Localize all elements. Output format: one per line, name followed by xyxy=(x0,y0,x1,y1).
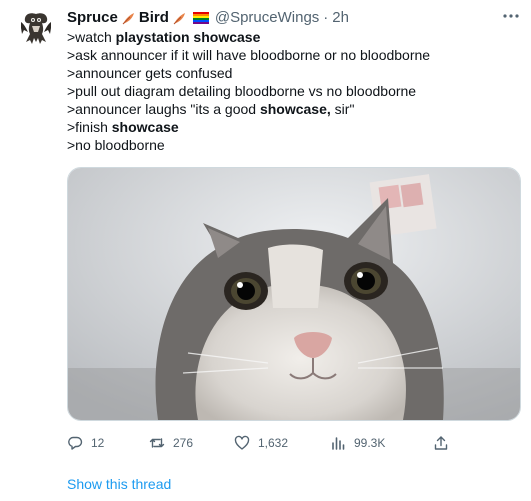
avatar[interactable] xyxy=(16,8,56,48)
tweet-text-line: >no bloodborne xyxy=(67,137,165,153)
hashtag-highlight: playstation showcase xyxy=(115,29,261,45)
tweet-text-line: >ask announcer if it will have bloodborn… xyxy=(67,47,431,63)
cat-photo xyxy=(68,168,520,420)
retweet-icon xyxy=(149,438,165,448)
tweet-text: >watch playstation showcase >ask announc… xyxy=(67,28,517,154)
tweet[interactable]: Spruce Bird @SpruceWings · 2h >watch pla… xyxy=(0,0,531,501)
tweet-text-line: >finish showcase xyxy=(67,119,179,135)
show-thread-link[interactable]: Show this thread xyxy=(67,474,171,494)
tweet-header: Spruce Bird @SpruceWings · 2h xyxy=(67,8,519,28)
tweet-text-line: >watch playstation showcase xyxy=(67,29,261,45)
tweet-text-line: >pull out diagram detailing bloodborne v… xyxy=(67,83,417,99)
reply-count: 12 xyxy=(91,436,105,450)
retweet-count: 276 xyxy=(173,436,194,450)
rainbow-flag-emoji-icon xyxy=(192,11,209,26)
like-count: 1,632 xyxy=(258,436,289,450)
tweet-actions: 12 276 1,632 99.3K xyxy=(67,432,448,454)
more-dots-icon[interactable] xyxy=(501,6,521,26)
retweet-button[interactable]: 276 xyxy=(149,432,193,454)
feather-emoji-icon-2 xyxy=(172,11,187,26)
reply-icon xyxy=(68,436,83,450)
timestamp[interactable]: 2h xyxy=(332,8,349,28)
reply-button[interactable]: 12 xyxy=(67,432,104,454)
bold-highlight: showcase xyxy=(111,119,179,135)
tweet-text-line: >announcer laughs "its a good showcase, … xyxy=(67,101,355,117)
display-name[interactable]: Spruce xyxy=(67,8,118,28)
views-button[interactable]: 99.3K xyxy=(330,432,385,454)
share-icon xyxy=(434,436,448,450)
like-button[interactable]: 1,632 xyxy=(234,432,288,454)
views-icon xyxy=(332,437,345,450)
display-name-second[interactable]: Bird xyxy=(139,8,169,28)
tweet-text-line: >announcer gets confused xyxy=(67,65,233,81)
heart-icon xyxy=(234,435,250,450)
feather-emoji-icon xyxy=(121,11,136,26)
bold-highlight: showcase, xyxy=(259,101,331,117)
author-handle[interactable]: @SpruceWings xyxy=(215,8,319,28)
share-button[interactable] xyxy=(433,432,457,454)
tweet-media-image[interactable] xyxy=(67,167,521,421)
separator-dot: · xyxy=(323,9,329,26)
views-count: 99.3K xyxy=(354,436,386,450)
